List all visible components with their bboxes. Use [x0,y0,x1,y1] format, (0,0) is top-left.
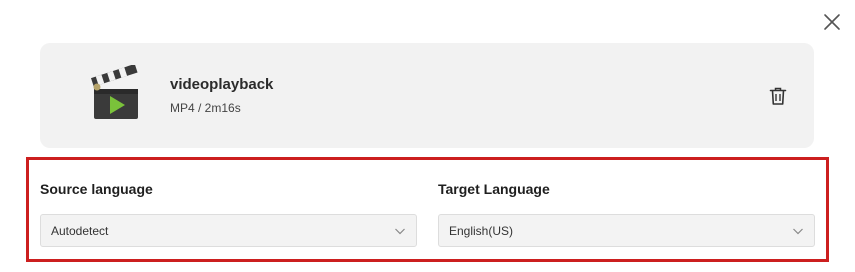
trash-icon [769,87,787,105]
target-language-value: English(US) [449,224,514,238]
source-language-label: Source language [40,181,153,197]
close-button[interactable] [820,10,844,34]
source-language-value: Autodetect [51,224,109,238]
target-language-label: Target Language [438,181,550,197]
file-thumbnail [88,63,148,125]
file-card: videoplayback MP4 / 2m16s [40,43,814,148]
file-meta: MP4 / 2m16s [170,101,241,115]
close-icon [824,14,840,30]
chevron-down-icon [793,228,803,235]
language-settings-panel: Source language Autodetect Target Langua… [26,157,829,262]
target-language-select[interactable]: English(US) [438,214,815,247]
clapperboard-icon [91,63,138,119]
source-language-select[interactable]: Autodetect [40,214,417,247]
translation-dialog: { "dialog": { "close_icon": "close-icon"… [0,0,855,272]
delete-file-button[interactable] [767,85,789,107]
chevron-down-icon [395,228,405,235]
file-name: videoplayback [170,76,274,93]
